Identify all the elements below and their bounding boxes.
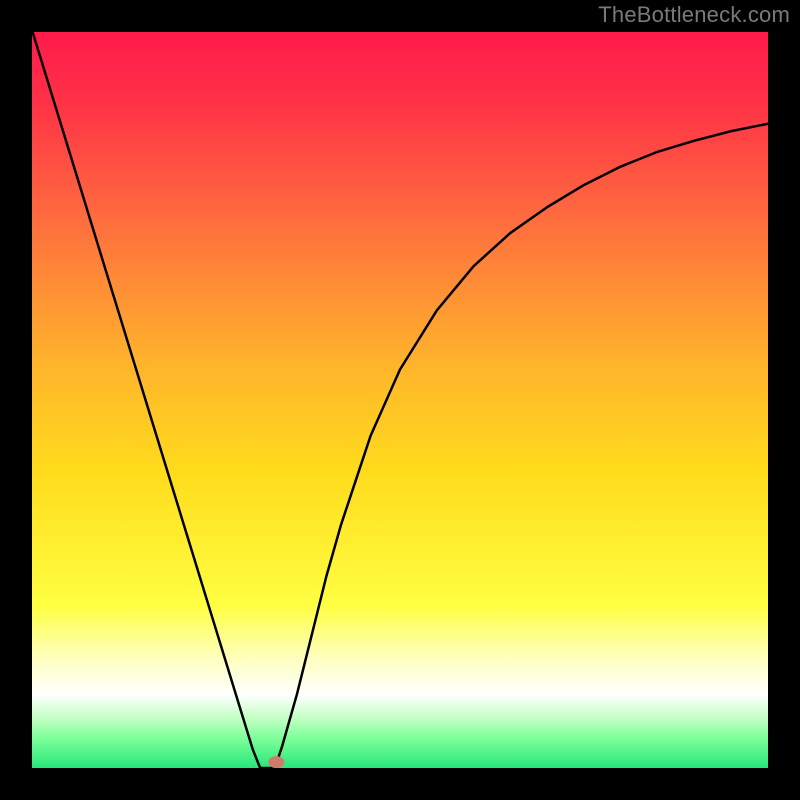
frame-left xyxy=(0,0,32,800)
chart-background xyxy=(32,30,768,768)
frame-right xyxy=(768,0,800,800)
optimal-point-marker xyxy=(268,756,284,768)
chart-svg xyxy=(0,0,800,800)
watermark-text: TheBottleneck.com xyxy=(598,2,790,28)
frame-bottom xyxy=(0,768,800,800)
chart-container: TheBottleneck.com xyxy=(0,0,800,800)
